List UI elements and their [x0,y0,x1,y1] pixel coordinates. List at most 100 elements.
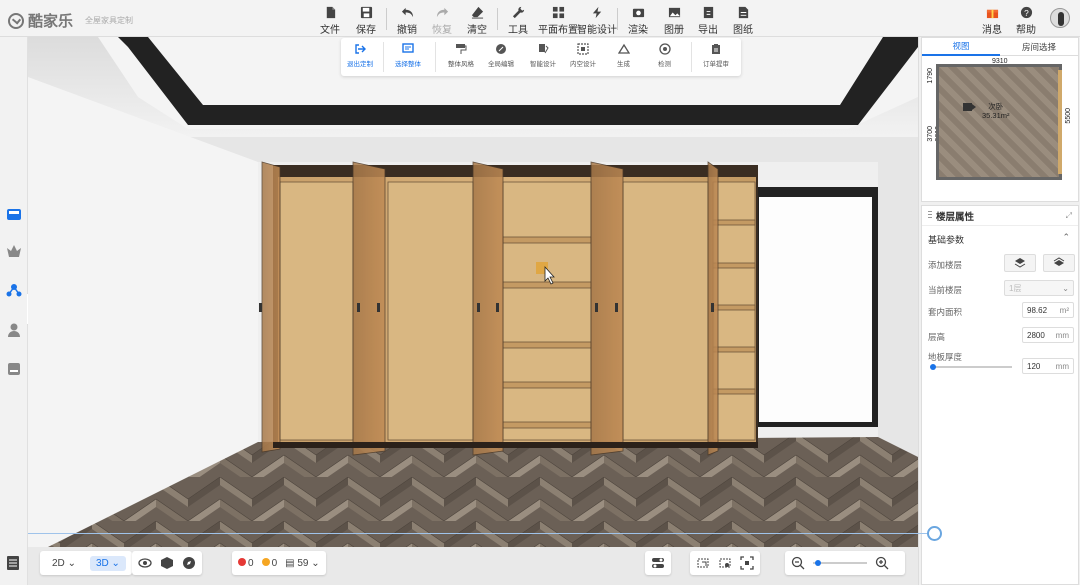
smart-design-button[interactable]: 智能设计 [577,5,617,36]
drawing-icon [736,5,750,19]
toggle-icon[interactable] [651,556,665,570]
add-floor-up-button[interactable] [1004,254,1036,272]
zoom-slider-knob[interactable] [815,560,821,566]
save-button[interactable]: 保存 [356,5,376,36]
zoom-controls [785,551,905,575]
album-button[interactable]: 图册 [664,5,684,36]
zoom-slider[interactable] [813,560,867,566]
file-menu-button[interactable]: 文件 [320,5,340,36]
layers-icon [1053,257,1065,266]
interior-design-button[interactable]: 内空设计 [570,43,596,68]
redo-button[interactable]: 恢复 [432,5,452,36]
submit-order-button[interactable]: 订单提审 [703,43,729,68]
help-icon: ? [1019,5,1033,19]
zoom-out-icon[interactable] [791,556,805,570]
floor-plan-button[interactable]: 平面布置 [538,5,578,36]
slider-knob[interactable] [930,364,936,370]
floor-height-input[interactable]: 2800 mm [1022,327,1074,343]
drawings-button[interactable]: 图纸 [733,5,753,36]
right-panel: 视图 房间选择 9310 9310 1790 3700 0610 5500 次卧… [918,37,1080,585]
view-3d-button[interactable]: 3D ⌄ [89,555,126,571]
app-logo[interactable]: 酷家乐 全屋家具定制 [8,10,133,31]
error-count: 0 [238,557,254,569]
exit-custom-button[interactable]: 退出定制 [347,43,373,68]
interior-icon [577,43,589,55]
cabinet-icon [7,209,21,220]
floor-properties-panel: 楼层属性 ⤢ 基础参数 ⌃ 添加楼层 当前楼层 1层 ⌄ 套内面积 98.62 … [921,205,1079,585]
fit-view-icon[interactable] [740,556,754,570]
floor-thickness-slider[interactable] [930,364,1012,370]
sidebar-item-model-library[interactable] [4,204,24,224]
global-edit-button[interactable]: 全局编辑 [488,43,514,68]
drag-handle-icon[interactable] [928,211,932,220]
overall-style-button[interactable]: 整体风格 [448,43,474,68]
display-tools [132,551,202,575]
render-button[interactable]: 渲染 [628,5,648,36]
left-sidebar [0,37,28,585]
current-floor-select[interactable]: 1层 ⌄ [1004,280,1074,296]
3d-viewport[interactable] [28,37,918,547]
smart-design-tool-button[interactable]: 智能设计 [530,43,556,68]
frame-select-icon[interactable] [696,556,710,570]
file-icon [323,5,337,19]
help-button[interactable]: ? 帮助 [1016,5,1036,36]
frame-settings-icon[interactable] [718,556,732,570]
view-mode-switch: 2D ⌄ 3D ⌄ [40,551,132,575]
floor-thickness-input[interactable]: 120 mm [1022,358,1074,374]
app-subtitle: 全屋家具定制 [85,16,134,25]
current-floor-label: 当前楼层 [928,285,963,295]
sidebar-item-furniture[interactable] [4,359,24,379]
issue-counter[interactable]: 0 0 ▤ 59 ⌄ [232,551,326,575]
lightning-icon [590,5,604,19]
chevron-up-icon[interactable]: ⌃ [1062,232,1070,243]
tab-room-select[interactable]: 房间选择 [1000,38,1078,56]
dim-right: 5500 [1065,108,1072,124]
eye-icon[interactable] [138,556,152,570]
sofa-icon [8,363,20,375]
layers-icon: ▤ [285,557,295,569]
area-label: 套内面积 [928,307,963,317]
save-icon [359,5,373,19]
select-whole-button[interactable]: 选择整体 [395,43,421,68]
wrench-icon [511,5,525,19]
toolbar-divider [617,8,618,30]
generate-button[interactable]: 生成 [617,43,630,68]
network-icon [6,284,22,297]
clear-button[interactable]: 清空 [467,5,487,36]
undo-icon [400,5,414,19]
tools-menu-button[interactable]: 工具 [508,5,528,36]
timeline-track[interactable] [28,533,928,534]
person-icon [8,323,20,337]
list-panel-icon[interactable] [6,555,20,571]
camera-tools [690,551,760,575]
toggle-panel [645,551,671,575]
compass-icon[interactable] [182,556,196,570]
select-icon [402,43,414,53]
zoom-in-icon[interactable] [875,556,889,570]
sidebar-item-my-collection[interactable] [4,241,24,261]
sidebar-item-custom[interactable] [4,280,24,300]
camera-marker-icon[interactable] [963,103,976,111]
subtoolbar-divider [383,42,384,72]
view-2d-button[interactable]: 2D ⌄ [46,556,82,571]
timeline-knob[interactable] [927,526,942,541]
add-floor-down-button[interactable] [1043,254,1075,272]
timecode: 0:01 [1055,549,1071,558]
floor-thickness-label: 地板厚度 [928,352,963,362]
check-button[interactable]: 检测 [658,43,671,68]
area-input[interactable]: 98.62 m² [1022,302,1074,318]
floor-plan-icon [551,5,565,19]
messages-button[interactable]: 消息 [982,5,1002,36]
undo-button[interactable]: 撤销 [397,5,417,36]
chevron-down-icon: ⌄ [1062,283,1069,293]
eraser-icon [470,5,484,19]
generate-icon [617,43,630,54]
export-button[interactable]: 导出 [698,5,718,36]
sidebar-item-user[interactable] [4,320,24,340]
subtoolbar-divider [691,42,692,72]
expand-icon[interactable]: ⤢ [1066,211,1072,221]
tab-view[interactable]: 视图 [922,38,1000,56]
cube-icon[interactable] [160,556,174,570]
user-avatar[interactable] [1050,8,1070,28]
room-plan[interactable] [936,64,1062,180]
